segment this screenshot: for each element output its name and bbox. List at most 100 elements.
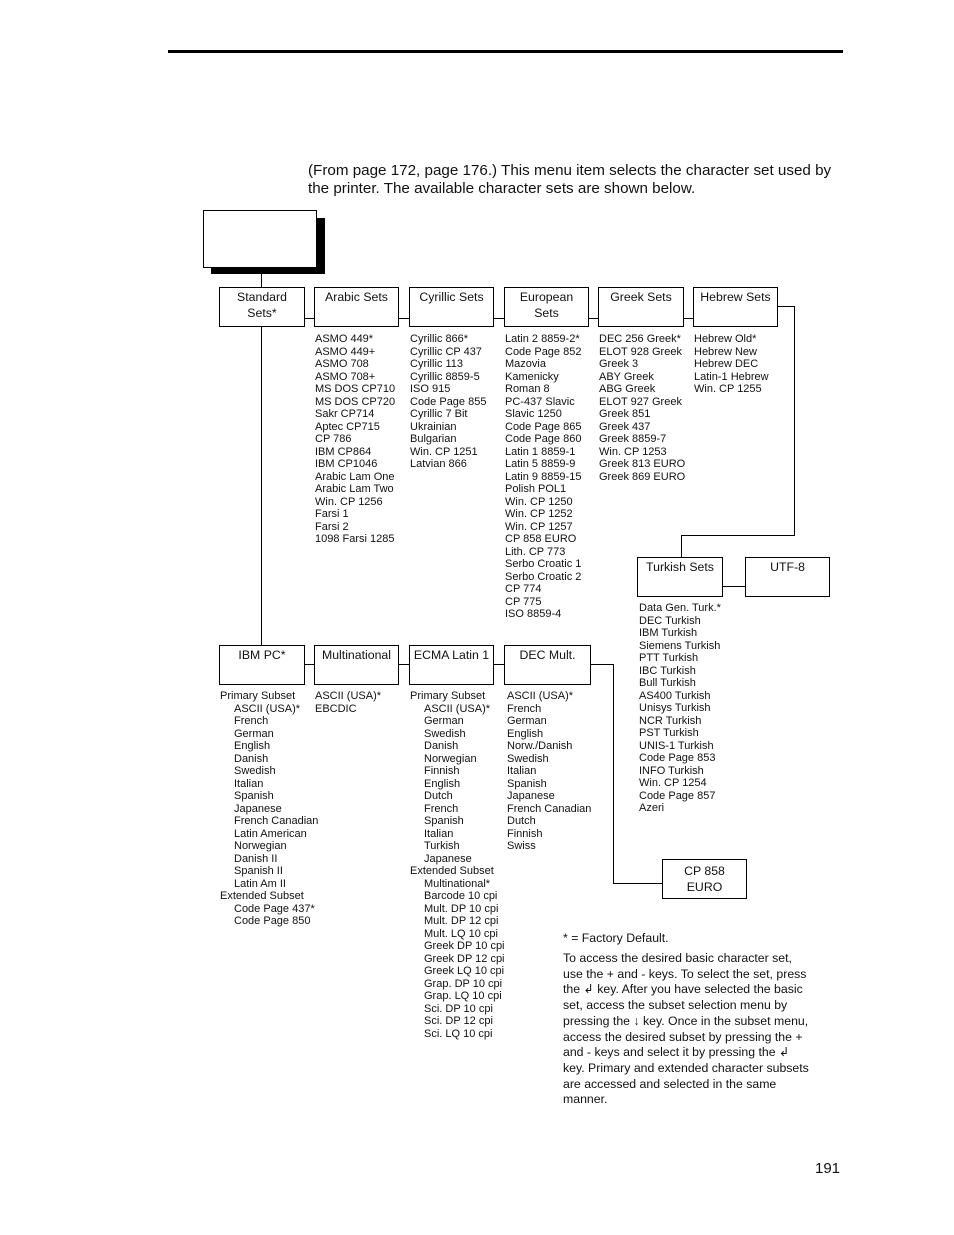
list-item: French: [507, 702, 542, 715]
cp858-euro-box: CP 858 EURO: [662, 859, 747, 899]
list-item: Norw./Danish: [507, 740, 573, 752]
list-item: Norwegian: [424, 752, 477, 765]
list-item: Serbo Croatic 2: [505, 570, 582, 583]
european-sets-list: Latin 2 8859-2* Code Page 852 Mazovia Kamen…: [505, 333, 581, 621]
list-item: Swedish: [507, 752, 549, 765]
connector: [493, 664, 504, 665]
list-item: Bull Turkish: [639, 677, 696, 689]
connector: [261, 268, 262, 287]
list-item: ASCII (USA)*: [424, 702, 491, 715]
connector: [398, 318, 409, 319]
list-item: Spanish: [424, 815, 464, 827]
list-item: Code Page 853: [639, 752, 716, 764]
list-item: Dutch: [424, 790, 453, 802]
list-item: Japanese: [424, 852, 472, 865]
greek-sets-list: DEC 256 Greek* ELOT 928 Greek Greek 3 ABY G…: [599, 333, 685, 483]
ibm-pc-box: IBM PC*: [219, 645, 305, 685]
connector: [590, 664, 613, 665]
list-item: Siemens Turkish: [639, 639, 721, 652]
list-item: Latin 2 8859-2*: [505, 333, 580, 345]
list-item: ASMO 708: [315, 358, 369, 370]
list-item: PTT Turkish: [639, 652, 699, 664]
list-item: Greek DP 10 cpi: [424, 940, 505, 952]
list-item: Latin 1 8859-1: [505, 445, 576, 458]
list-item: Code Page 852: [505, 345, 582, 358]
connector: [681, 535, 682, 557]
list-item: Farsi 1: [315, 508, 349, 520]
list-item: Danish: [424, 740, 459, 752]
list-item: ELOT 928 Greek: [599, 345, 682, 358]
list-item: Greek 437: [599, 420, 651, 433]
list-item: German: [234, 727, 274, 740]
list-item: Mazovia: [505, 358, 546, 370]
list-item: Spanish: [507, 777, 547, 790]
list-item: Bulgarian: [410, 433, 457, 445]
list-item: English: [507, 727, 544, 740]
character-set-menu-box: [203, 210, 317, 268]
list-item: Arabic Lam Two: [315, 483, 394, 495]
list-item: IBC Turkish: [639, 664, 696, 677]
list-item: CP 858 EURO: [505, 533, 577, 545]
list-item: ISO 915: [410, 383, 451, 395]
list-item: IBM CP864: [315, 445, 372, 458]
list-item: Latin 5 8859-9: [505, 458, 576, 470]
list-item: Code Page 850: [234, 915, 311, 927]
list-item: Grap. LQ 10 cpi: [424, 990, 502, 1002]
list-item: ASCII (USA)*: [507, 690, 574, 702]
list-item: Primary Subset: [410, 690, 486, 702]
list-item: English: [424, 777, 461, 790]
list-item: Cyrillic 7 Bit: [410, 408, 468, 420]
list-item: Sci. DP 10 cpi: [424, 1002, 493, 1015]
instructions-paragraph: To access the desired basic character se…: [563, 951, 809, 1107]
connector: [683, 318, 693, 319]
ibm-pc-list: Primary Subset ASCII (USA)* French German En…: [220, 690, 318, 928]
list-item: Cyrillic 866*: [410, 333, 469, 345]
list-item: Latvian 866: [410, 458, 467, 470]
list-item: Norwegian: [234, 840, 287, 852]
list-item: CP 786: [315, 433, 352, 445]
list-item: EBCDIC: [315, 702, 357, 715]
list-item: Dutch: [507, 815, 536, 827]
list-item: German: [507, 715, 547, 727]
list-item: Code Page 437*: [234, 902, 315, 915]
list-item: Win. CP 1252: [505, 508, 573, 520]
list-item: Hebrew DEC: [694, 358, 759, 370]
hebrew-sets-list: Hebrew Old* Hebrew New Hebrew DEC Latin-1 H…: [694, 333, 769, 396]
list-item: Polish POL1: [505, 483, 567, 495]
list-item: Barcode 10 cpi: [424, 890, 498, 902]
list-item: Greek 869 EURO: [599, 470, 686, 483]
list-item: Danish II: [234, 852, 278, 865]
list-item: Latin Am II: [234, 877, 286, 890]
turkish-sets-list: Data Gen. Turk.* DEC Turkish IBM Turkish Si…: [639, 602, 721, 815]
header-rule: [168, 50, 843, 53]
list-item: Mult. DP 12 cpi: [424, 915, 499, 927]
connector: [304, 318, 314, 319]
list-item: Sakr CP714: [315, 408, 375, 420]
list-item: ABY Greek: [599, 370, 654, 383]
connector: [613, 664, 614, 883]
list-item: Win. CP 1254: [639, 777, 707, 789]
list-item: Spanish: [234, 790, 274, 802]
utf8-box: UTF-8: [745, 557, 830, 597]
list-item: Latin American: [234, 827, 307, 840]
list-item: Arabic Lam One: [315, 470, 395, 483]
list-item: ABG Greek: [599, 383, 656, 395]
list-item: Japanese: [507, 790, 555, 802]
list-item: Latin 9 8859-15: [505, 470, 582, 483]
list-item: UNIS-1 Turkish: [639, 739, 714, 752]
list-item: Primary Subset: [220, 690, 296, 702]
list-item: Greek 851: [599, 408, 651, 420]
list-item: Swedish: [234, 765, 276, 777]
list-item: French Canadian: [234, 815, 319, 827]
list-item: Code Page 857: [639, 789, 716, 802]
list-item: Finnish: [507, 827, 543, 840]
list-item: Extended Subset: [220, 890, 304, 902]
list-item: Greek DP 12 cpi: [424, 952, 505, 965]
list-item: Greek 8859-7: [599, 433, 667, 445]
list-item: NCR Turkish: [639, 714, 702, 727]
list-item: English: [234, 740, 271, 752]
page-number: 191: [815, 1160, 841, 1177]
list-item: PST Turkish: [639, 727, 699, 739]
list-item: Farsi 2: [315, 520, 349, 533]
list-item: Aptec CP715: [315, 420, 380, 433]
